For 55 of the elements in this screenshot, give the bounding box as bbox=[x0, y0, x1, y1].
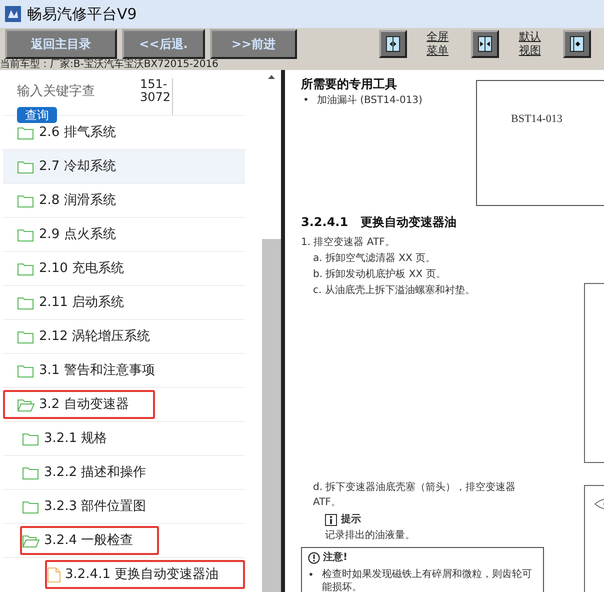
bullet-marker: • bbox=[308, 569, 314, 583]
warning-icon bbox=[308, 552, 320, 564]
tree-item-label: 3.1 警告和注意事项 bbox=[39, 362, 155, 380]
tree-item[interactable]: 3.2.1 规格 bbox=[3, 421, 245, 455]
view-link[interactable]: 全屏菜单 bbox=[426, 30, 451, 58]
tree-item[interactable]: 3.2.3 部件位置图 bbox=[3, 489, 245, 523]
code-label: 151-3072 bbox=[140, 78, 173, 115]
window-title: 畅易汽修平台V9 bbox=[27, 4, 137, 25]
tree-item-label: 2.7 冷却系统 bbox=[39, 158, 116, 176]
tree-item[interactable]: 3.1 警告和注意事项 bbox=[3, 353, 245, 387]
tree-item[interactable]: 2.12 涡轮增压系统 bbox=[3, 319, 245, 353]
step-text: b. 拆卸发动机底护板 XX 页。 bbox=[312, 268, 447, 282]
caution-title: 注意! bbox=[323, 550, 348, 565]
tree-item[interactable]: 2.11 启动系统 bbox=[3, 285, 245, 319]
step-text: c. 从油底壳上拆下溢油螺塞和衬垫。 bbox=[312, 284, 476, 298]
step-text: d. 拆下变速器油底壳塞（箭头），排空变速器 ATF。 bbox=[312, 480, 517, 510]
view-link[interactable]: 默认视图 bbox=[518, 30, 543, 58]
tree-item-label: 3.2.4.1 更换自动变速器油 bbox=[65, 566, 219, 584]
step-text: a. 拆卸空气滤清器 XX 页。 bbox=[312, 252, 437, 266]
tree-item[interactable]: 2.8 润滑系统 bbox=[3, 183, 245, 217]
file-icon bbox=[47, 566, 61, 582]
panel-split-icon bbox=[476, 35, 494, 53]
tree-item-label: 3.2 自动变速器 bbox=[39, 396, 129, 414]
panel-split-icon bbox=[568, 35, 586, 53]
bullet-marker: • bbox=[303, 94, 309, 108]
tree-item-label: 2.11 启动系统 bbox=[39, 294, 124, 312]
tree-item[interactable]: 3.2.2 描述和操作 bbox=[3, 455, 245, 489]
section-heading: 所需要的专用工具 bbox=[301, 76, 398, 93]
tree-item-label: 3.2.4 一般检查 bbox=[44, 532, 134, 550]
tip-title: 提示 bbox=[341, 512, 361, 527]
step-text: 1. 排空变速器 ATF。 bbox=[301, 236, 396, 250]
search-button[interactable]: 查询 bbox=[17, 107, 57, 123]
tree-item-label: 3.2.1 规格 bbox=[44, 430, 108, 448]
tree-item-label: 2.10 充电系统 bbox=[39, 260, 124, 278]
bullet-text: 加油漏斗 (BST14-013) bbox=[316, 94, 422, 108]
info-icon bbox=[325, 514, 337, 526]
figure-label: BST14-013 bbox=[511, 112, 562, 127]
tree-item-label: 2.12 涡轮增压系统 bbox=[39, 328, 150, 346]
tree-item-label: 2.8 润滑系统 bbox=[39, 192, 116, 210]
caution-text: 检查时如果发现磁铁上有碎屑和微粒，则齿轮可能损坏。 bbox=[322, 568, 533, 592]
tree-item[interactable]: 2.10 充电系统 bbox=[3, 251, 245, 285]
panel-layout-button[interactable] bbox=[470, 30, 499, 58]
tip-text: 记录排出的油液量。 bbox=[324, 528, 416, 543]
tree-item-label: 2.9 点火系统 bbox=[39, 226, 116, 244]
tree-item-label: 2.6 排气系统 bbox=[39, 124, 116, 142]
tree-item-label: 3.2.3 部件位置图 bbox=[44, 498, 146, 516]
panel-layout-button[interactable] bbox=[378, 30, 407, 58]
app-icon bbox=[5, 6, 21, 22]
tree-item[interactable]: 2.7 冷却系统 bbox=[3, 149, 245, 183]
panel-split-icon bbox=[384, 35, 402, 53]
panel-layout-button[interactable] bbox=[563, 30, 591, 58]
tree-item-label: 3.2.2 描述和操作 bbox=[44, 464, 146, 482]
tree-item[interactable]: 2.9 点火系统 bbox=[3, 217, 245, 251]
section-heading: 3.2.4.1 更换自动变速器油 bbox=[301, 214, 458, 231]
car-model-label: 当前车型：厂家:B-宝沃汽车宝沃BX72015-2016 bbox=[0, 60, 604, 70]
